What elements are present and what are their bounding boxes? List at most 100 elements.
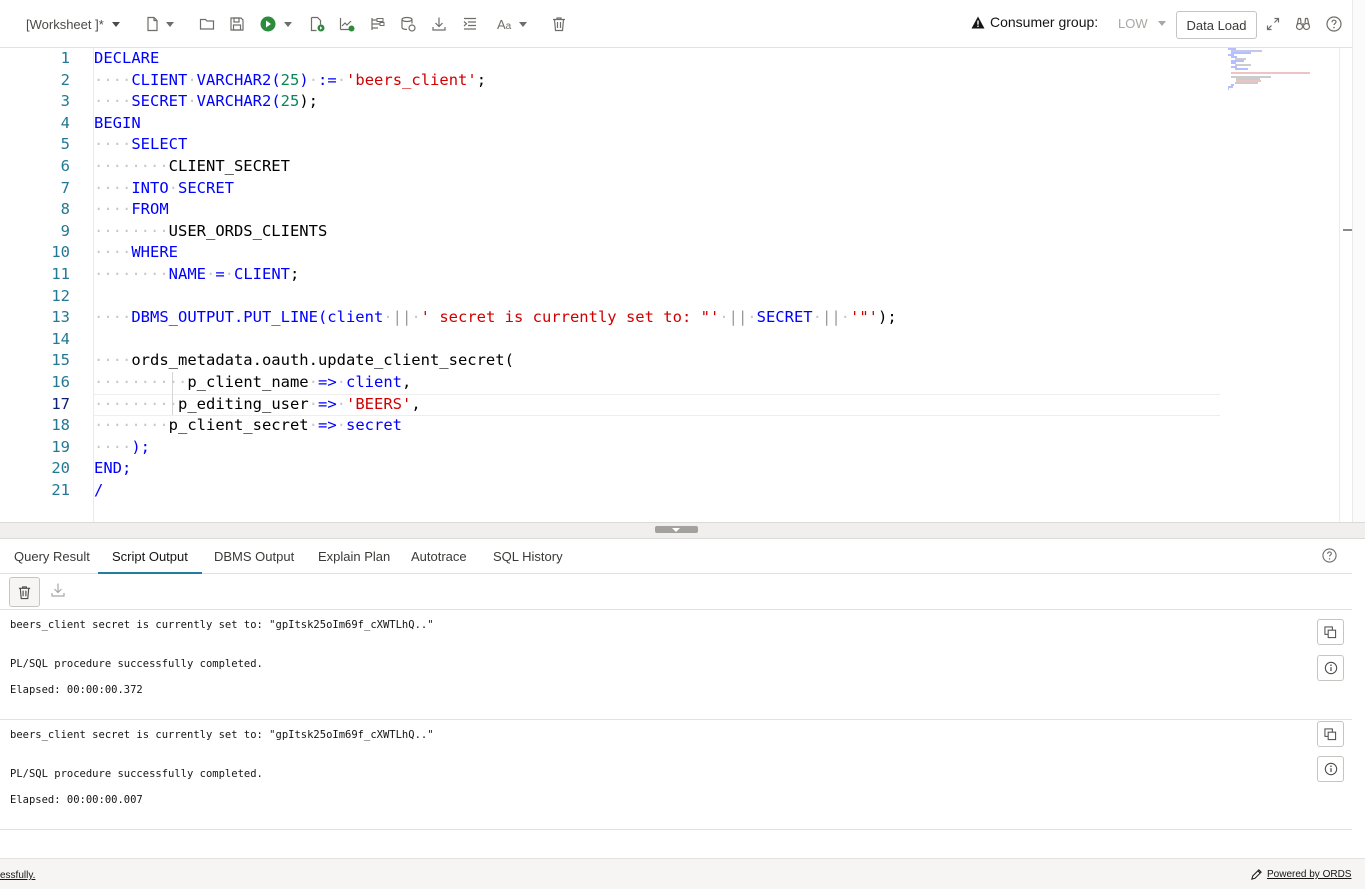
- output-line: beers_client secret is currently set to:…: [10, 619, 434, 631]
- info-icon: [1324, 762, 1337, 776]
- code-token: client: [346, 373, 403, 391]
- code-line-7: ····INTO·SECRET: [94, 178, 234, 197]
- line-number: 14: [51, 329, 70, 348]
- code-token: ;: [290, 265, 300, 283]
- expand-button[interactable]: [1265, 12, 1281, 36]
- status-message-link[interactable]: essfully.: [0, 870, 35, 881]
- run-statement-button[interactable]: [260, 12, 292, 36]
- worksheet-selector[interactable]: [Worksheet ]*: [26, 12, 120, 36]
- code-token: SECRET: [131, 92, 188, 111]
- download-output-button[interactable]: [50, 582, 66, 603]
- code-token: =: [215, 265, 225, 283]
- whitespace-marker: ····: [94, 70, 132, 89]
- output-info-button[interactable]: [1317, 756, 1344, 782]
- code-line-3: ····SECRET·VARCHAR2(25);: [94, 92, 319, 111]
- code-token: client: [327, 308, 384, 327]
- help-button[interactable]: [1326, 12, 1342, 36]
- format-button[interactable]: [462, 12, 478, 36]
- output-info-button[interactable]: [1317, 655, 1344, 681]
- line-number: 16: [51, 373, 70, 391]
- line-number: 5: [60, 135, 70, 154]
- code-token: ,: [402, 373, 412, 391]
- line-number-gutter: 1 2 3 4 5 6 7 8 9 10 11 12 13 14 15 16 1…: [0, 48, 94, 522]
- whitespace-marker: ········: [94, 221, 169, 240]
- sql-history-button[interactable]: [400, 12, 416, 36]
- line-number: 18: [51, 416, 70, 435]
- explain-plan-button[interactable]: [339, 12, 355, 36]
- editor-scrollbar[interactable]: [1339, 48, 1353, 522]
- tab-sql-history[interactable]: SQL History: [479, 539, 577, 574]
- code-token: SECRET: [178, 178, 234, 197]
- chevron-down-icon: [111, 21, 120, 27]
- consumer-group-select[interactable]: LOW: [1118, 16, 1166, 31]
- tab-dbms-output[interactable]: DBMS Output: [200, 539, 308, 574]
- whitespace-marker: ····: [94, 308, 132, 327]
- code-line-17: ·········p_editing_user·=>·'BEERS',: [94, 394, 421, 413]
- code-token: 'beers_client': [346, 70, 477, 89]
- output-line: Elapsed: 00:00:00.372: [10, 684, 143, 696]
- code-token: );: [878, 308, 897, 327]
- page-scrollbar[interactable]: [1352, 0, 1365, 522]
- line-number: 1: [60, 49, 70, 67]
- code-line-20: END;: [94, 458, 131, 480]
- code-token: /: [94, 481, 104, 499]
- code-token: BEGIN: [94, 113, 141, 132]
- line-number-active: 17: [51, 394, 70, 413]
- whitespace-marker: ····: [94, 135, 132, 154]
- code-token: 25: [280, 92, 300, 111]
- help-icon[interactable]: [1322, 548, 1337, 563]
- code-token: ,: [411, 394, 421, 413]
- splitter-handle-icon[interactable]: [655, 526, 698, 533]
- tab-script-output[interactable]: Script Output: [98, 539, 202, 574]
- text-case-button[interactable]: Aa: [497, 12, 528, 36]
- line-number: 6: [60, 157, 70, 175]
- chevron-down-icon: [519, 21, 528, 27]
- whitespace-marker: ··········: [94, 373, 188, 391]
- code-line-6: ········CLIENT_SECRET: [94, 156, 290, 178]
- tab-autotrace[interactable]: Autotrace: [397, 539, 481, 574]
- line-number: 13: [51, 308, 70, 327]
- panel-splitter[interactable]: [0, 522, 1365, 539]
- status-footer: essfully. Powered by ORDS: [0, 858, 1365, 889]
- consumer-group: Consumer group:: [971, 14, 1098, 30]
- code-line-8: ····FROM: [94, 199, 169, 221]
- consumer-group-label: Consumer group:: [990, 14, 1099, 30]
- find-button[interactable]: [1295, 12, 1311, 36]
- copy-output-button[interactable]: [1317, 619, 1344, 645]
- copy-icon: [1324, 625, 1337, 638]
- tab-explain-plan[interactable]: Explain Plan: [304, 539, 404, 574]
- whitespace-marker: ····: [94, 178, 132, 197]
- copy-output-button[interactable]: [1317, 721, 1344, 747]
- code-token: ||: [821, 308, 841, 327]
- data-load-button[interactable]: Data Load: [1176, 11, 1257, 39]
- open-button[interactable]: [199, 12, 215, 36]
- explain-plan-icon: [339, 18, 355, 32]
- clear-output-button[interactable]: [9, 577, 40, 607]
- code-minimap[interactable]: [1226, 48, 1320, 108]
- line-number: 2: [60, 70, 70, 89]
- clear-button[interactable]: [551, 12, 567, 36]
- code-token: SELECT: [131, 135, 188, 154]
- run-statement-icon: [260, 16, 276, 32]
- powered-by-ords-link[interactable]: Powered by ORDS: [1250, 868, 1351, 881]
- whitespace-marker: ····: [94, 92, 132, 111]
- code-line-19: ····);: [94, 437, 150, 459]
- download-button[interactable]: [431, 12, 447, 36]
- output-toolbar: [0, 574, 1352, 610]
- new-worksheet-button[interactable]: [145, 12, 174, 36]
- tab-query-result[interactable]: Query Result: [0, 539, 104, 574]
- run-script-button[interactable]: [309, 12, 325, 36]
- code-token: p_editing_user: [178, 394, 309, 413]
- line-number: 20: [51, 459, 70, 478]
- code-token: SECRET: [756, 308, 813, 327]
- line-number: 12: [51, 286, 70, 305]
- code-line-16: ··········p_client_name·=>·client,: [94, 373, 412, 391]
- code-token: ;: [476, 70, 487, 89]
- output-line: PL/SQL procedure successfully completed.: [10, 768, 263, 780]
- line-number: 9: [60, 221, 70, 240]
- code-editor[interactable]: 1 2 3 4 5 6 7 8 9 10 11 12 13 14 15 16 1…: [0, 48, 1353, 522]
- save-button[interactable]: [229, 12, 245, 36]
- code-token: NAME: [168, 265, 206, 283]
- autotrace-button[interactable]: [370, 12, 386, 36]
- whitespace-marker: ········: [94, 157, 169, 175]
